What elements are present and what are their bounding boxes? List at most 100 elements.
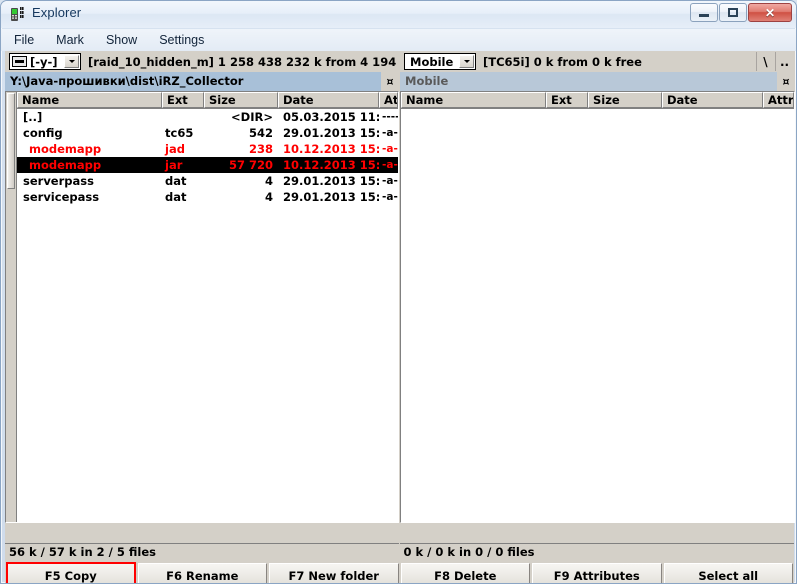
cell-name: serverpass [17,174,162,188]
menu-settings[interactable]: Settings [150,31,213,49]
left-path-bar: Y:\Java-прошивки\dist\iRZ_Collector ¤ [5,72,399,91]
cell-size: 542 [204,126,278,140]
cell-size: 4 [204,190,278,204]
right-path-marker-icon[interactable]: ¤ [777,72,795,91]
maximize-button[interactable] [719,3,747,22]
menu-file[interactable]: File [5,31,43,49]
cell-name: modemapp [17,158,162,172]
maximize-icon [728,8,738,17]
cell-attr: -a-- [379,127,398,139]
cell-size: 238 [204,142,278,156]
table-row[interactable]: servicepassdat429.01.2013 15:23-a-- [17,189,398,205]
chevron-down-icon[interactable] [459,55,474,68]
cell-attr: ---- [379,111,398,123]
f6-rename-button[interactable]: F6 Rename [138,563,268,584]
minimize-icon [699,14,709,17]
right-list-body: Name Ext Size Date Attr [401,92,794,522]
table-row[interactable]: modemappjar57 72010.12.2013 15:49-a-- [17,157,398,173]
right-pane: Mobile [TC65i] 0 k from 0 k free \ .. Mo… [400,51,795,543]
table-row[interactable]: [..] <DIR>05.03.2015 11:10---- [17,109,398,125]
table-row[interactable]: serverpassdat429.01.2013 15:23-a-- [17,173,398,189]
right-drive-bar: Mobile [TC65i] 0 k from 0 k free \ .. [400,51,795,72]
f8-delete-button[interactable]: F8 Delete [401,563,531,584]
client-area: [-y-] [raid_10_hidden_m] 1 258 438 232 k… [5,51,794,581]
menu-mark[interactable]: Mark [47,31,93,49]
left-header-size[interactable]: Size [204,92,278,108]
left-drive-selector[interactable]: [-y-] [9,53,81,70]
left-file-list: Name Ext Size Date Attr [..] <DIR>05.03.2… [5,91,399,523]
left-header-attr[interactable]: Attr [379,92,398,108]
f5-copy-button[interactable]: F5 Copy [6,563,136,584]
f9-attributes-button[interactable]: F9 Attributes [532,563,662,584]
cell-date: 10.12.2013 15:49 [278,158,379,172]
status-bar: 56 k / 57 k in 2 / 5 files 0 k / 0 k in … [5,543,794,562]
drive-icon [12,56,27,67]
close-icon: ✕ [765,7,775,19]
right-header-attr[interactable]: Attr [763,92,794,108]
left-path-text[interactable]: Y:\Java-прошивки\dist\iRZ_Collector [5,72,381,91]
left-drive-bar: [-y-] [raid_10_hidden_m] 1 258 438 232 k… [5,51,399,72]
select-all-button[interactable]: Select all [664,563,794,584]
explorer-window: Explorer ✕ File Mark Show Settings [0,0,797,584]
left-scrollbar-thumb[interactable] [7,93,15,189]
cell-date: 05.03.2015 11:10 [278,110,379,124]
cell-attr: -a-- [379,191,398,203]
right-column-headers: Name Ext Size Date Attr [401,92,794,109]
cell-ext: dat [162,174,204,188]
parent-folder-button[interactable]: .. [775,52,793,71]
chevron-down-icon[interactable] [64,55,79,68]
left-drive-info: [raid_10_hidden_m] 1 258 438 232 k from … [88,55,399,69]
window-controls: ✕ [689,3,792,22]
left-header-date[interactable]: Date [278,92,379,108]
right-drive-value: Mobile [410,55,453,69]
left-drive-value: [-y-] [30,55,58,69]
table-row[interactable]: modemappjad23810.12.2013 15:49-a-- [17,141,398,157]
right-drive-selector[interactable]: Mobile [404,53,476,70]
dual-pane-container: [-y-] [raid_10_hidden_m] 1 258 438 232 k… [5,51,794,543]
right-header-ext[interactable]: Ext [546,92,588,108]
window-title: Explorer [32,5,81,20]
right-drive-info: [TC65i] 0 k from 0 k free [483,55,755,69]
left-status-text: 56 k / 57 k in 2 / 5 files [5,543,399,562]
cell-attr: -a-- [379,175,398,187]
minimize-button[interactable] [690,3,718,22]
right-header-date[interactable]: Date [662,92,763,108]
left-list-body: Name Ext Size Date Attr [..] <DIR>05.03.2… [17,92,398,522]
f7-new-folder-button[interactable]: F7 New folder [269,563,399,584]
cell-ext: tc65 [162,126,204,140]
cell-date: 29.01.2013 15:23 [278,174,379,188]
left-vertical-scrollbar[interactable] [6,92,17,522]
left-path-marker-icon[interactable]: ¤ [381,72,399,91]
cell-size: <DIR> [204,110,278,124]
right-header-size[interactable]: Size [588,92,662,108]
function-key-bar: F5 Copy F6 Rename F7 New folder F8 Delet… [5,563,794,584]
cell-date: 10.12.2013 15:49 [278,142,379,156]
right-nav-buttons: \ .. [755,52,793,71]
cell-attr: -a-- [379,159,398,171]
right-path-text[interactable]: Mobile [400,72,777,91]
title-bar[interactable]: Explorer ✕ [1,1,796,28]
cell-date: 29.01.2013 15:23 [278,190,379,204]
left-pane: [-y-] [raid_10_hidden_m] 1 258 438 232 k… [5,51,399,543]
cell-ext: jar [162,158,204,172]
menu-show[interactable]: Show [97,31,146,49]
cell-name: [..] [17,110,162,124]
root-folder-button[interactable]: \ [756,52,774,71]
table-row[interactable]: configtc6554229.01.2013 15:23-a-- [17,125,398,141]
cell-date: 29.01.2013 15:23 [278,126,379,140]
modem-device-icon [10,6,26,22]
cell-ext: jad [162,142,204,156]
right-status-text: 0 k / 0 k in 0 / 0 files [400,543,795,562]
cell-name: servicepass [17,190,162,204]
right-file-list: Name Ext Size Date Attr [400,91,795,523]
cell-size: 4 [204,174,278,188]
cell-size: 57 720 [204,158,278,172]
right-path-bar: Mobile ¤ [400,72,795,91]
left-column-headers: Name Ext Size Date Attr [17,92,398,109]
right-header-name[interactable]: Name [401,92,546,108]
menu-bar: File Mark Show Settings [1,29,797,51]
left-header-name[interactable]: Name [17,92,162,108]
cell-name: config [17,126,162,140]
close-button[interactable]: ✕ [748,3,792,22]
left-header-ext[interactable]: Ext [162,92,204,108]
